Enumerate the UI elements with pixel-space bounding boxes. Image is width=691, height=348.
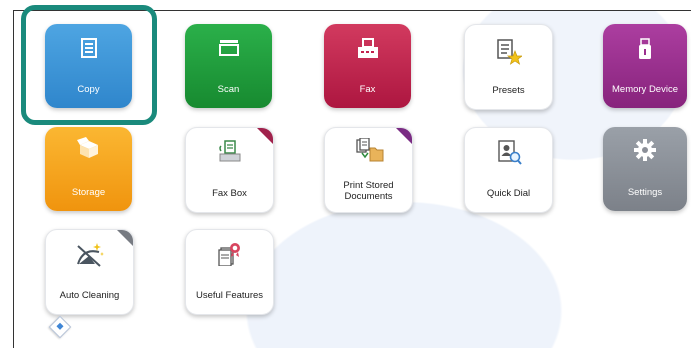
presets-label: Presets <box>492 85 525 96</box>
scan-label: Scan <box>217 84 240 95</box>
settings-label: Settings <box>627 187 663 198</box>
fax-tile[interactable]: Fax <box>324 24 411 108</box>
auto-cleaning-tile[interactable]: Auto Cleaning <box>45 229 134 315</box>
gear-icon <box>634 139 656 161</box>
print-stored-documents-label: Print Stored Documents <box>325 180 412 202</box>
home-screen: Copy Scan Fax Presets Memory Device Stor… <box>0 0 691 348</box>
settings-tile[interactable]: Settings <box>603 127 687 211</box>
fax-box-tile[interactable]: Fax Box <box>185 127 274 213</box>
star-document-icon <box>496 39 522 65</box>
print-stored-documents-tile[interactable]: Print Stored Documents <box>324 127 413 213</box>
open-box-icon <box>76 137 98 158</box>
storage-tile[interactable]: Storage <box>45 127 132 211</box>
fax-tray-icon <box>218 140 240 162</box>
presets-tile[interactable]: Presets <box>464 24 553 110</box>
usb-drive-icon <box>639 38 651 59</box>
cleaning-sparkle-icon <box>76 243 104 267</box>
memory-device-label: Memory Device <box>612 84 678 95</box>
print-stored-label-line2: Documents <box>344 191 393 202</box>
fax-label: Fax <box>359 84 376 95</box>
selection-focus-ring <box>21 5 157 125</box>
memory-device-tile[interactable]: Memory Device <box>603 24 687 108</box>
address-book-search-icon <box>497 140 522 165</box>
scanner-icon <box>218 40 239 56</box>
storage-label: Storage <box>71 187 106 198</box>
features-badge-icon <box>217 243 240 266</box>
corner-indicator <box>396 128 412 144</box>
useful-features-tile[interactable]: Useful Features <box>185 229 274 315</box>
corner-indicator <box>257 128 273 160</box>
auto-cleaning-label: Auto Cleaning <box>59 290 120 301</box>
useful-features-label: Useful Features <box>195 290 264 301</box>
quick-dial-label: Quick Dial <box>486 188 531 199</box>
fax-machine-icon <box>357 38 378 58</box>
corner-indicator <box>117 230 133 246</box>
quick-dial-tile[interactable]: Quick Dial <box>464 127 553 213</box>
print-stored-label-line1: Print Stored <box>343 180 394 191</box>
scan-tile[interactable]: Scan <box>185 24 272 108</box>
stored-documents-icon <box>355 138 383 162</box>
fax-box-label: Fax Box <box>212 188 247 199</box>
